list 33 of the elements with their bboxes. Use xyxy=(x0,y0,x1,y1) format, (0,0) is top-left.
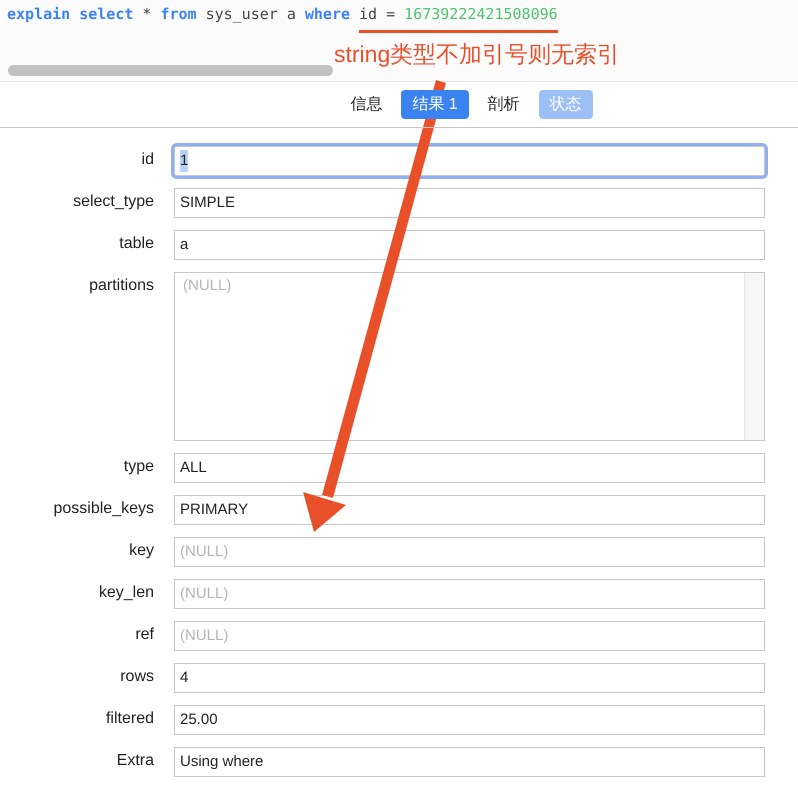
field-label: type xyxy=(124,458,154,475)
sql-token: explain xyxy=(7,4,70,25)
value-field[interactable]: 25.00 xyxy=(174,705,765,735)
field-label: select_type xyxy=(73,193,154,210)
sql-token: from xyxy=(160,4,197,25)
field-label: Extra xyxy=(116,752,154,769)
value-field[interactable]: Using where xyxy=(174,747,765,777)
tab[interactable]: 剖析 xyxy=(476,90,531,119)
value-field[interactable]: ALL xyxy=(174,453,765,483)
sql-token: where xyxy=(304,4,350,25)
value-field[interactable]: 4 xyxy=(174,663,765,693)
field-label: possible_keys xyxy=(54,500,154,517)
sql-token: * xyxy=(142,4,152,25)
field-label: key xyxy=(129,542,154,559)
field-label: filtered xyxy=(106,710,154,727)
value-field[interactable]: 1 xyxy=(174,146,765,176)
field-label: key_len xyxy=(98,584,154,601)
field-label: id xyxy=(142,151,154,168)
value-field[interactable]: a xyxy=(174,230,765,260)
sql-token: 16739222421508096 xyxy=(404,4,558,25)
annotation-text: string类型不加引号则无索引 xyxy=(334,40,620,69)
tab[interactable]: 结果 1 xyxy=(401,90,469,119)
sql-token: select xyxy=(79,4,134,25)
value-field[interactable]: SIMPLE xyxy=(174,188,765,218)
value-field[interactable]: PRIMARY xyxy=(174,495,765,525)
field-label: ref xyxy=(135,626,154,643)
field-label: partitions xyxy=(89,277,154,294)
sql-token: sys_user a xyxy=(206,4,296,25)
field-label: rows xyxy=(120,668,154,685)
sql-token: id = xyxy=(359,4,396,25)
horizontal-scrollbar[interactable] xyxy=(8,65,333,76)
field-label: table xyxy=(119,235,154,252)
tab[interactable]: 信息 xyxy=(339,90,394,119)
